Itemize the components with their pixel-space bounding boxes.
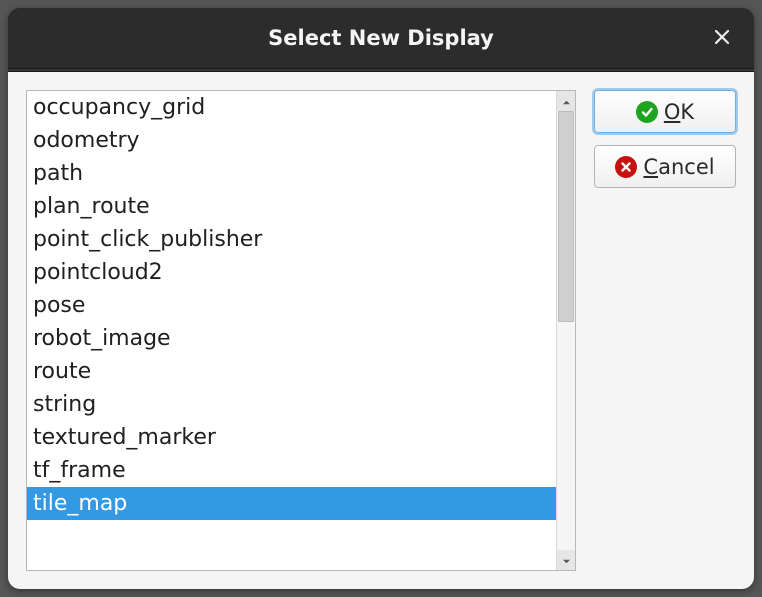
list-item[interactable]: textured_marker (27, 421, 556, 454)
scroll-down-button[interactable] (557, 550, 575, 570)
list-viewport: occupancy_gridodometrypathplan_routepoin… (27, 91, 556, 570)
list-item[interactable]: pointcloud2 (27, 256, 556, 289)
close-icon (714, 26, 730, 50)
cross-icon (615, 156, 637, 178)
display-type-listbox[interactable]: occupancy_gridodometrypathplan_routepoin… (26, 90, 576, 571)
window-title: Select New Display (268, 26, 494, 50)
list-item[interactable]: odometry (27, 124, 556, 157)
ok-button[interactable]: OK (594, 90, 736, 133)
titlebar: Select New Display (8, 8, 754, 68)
scroll-thumb[interactable] (558, 111, 574, 322)
dialog-content: occupancy_gridodometrypathplan_routepoin… (8, 72, 754, 589)
list-item[interactable]: pose (27, 289, 556, 322)
list-item[interactable]: occupancy_grid (27, 91, 556, 124)
list-item[interactable]: point_click_publisher (27, 223, 556, 256)
list-item[interactable]: tf_frame (27, 454, 556, 487)
scroll-up-button[interactable] (557, 91, 575, 111)
dialog-window: Select New Display occupancy_gridodometr… (8, 8, 754, 589)
cancel-button-label: Cancel (643, 155, 714, 179)
ok-button-label: OK (664, 100, 694, 124)
chevron-up-icon (562, 92, 571, 111)
button-column: OK Cancel (594, 90, 736, 571)
list-item[interactable]: tile_map (27, 487, 556, 520)
chevron-down-icon (562, 551, 571, 570)
cancel-button[interactable]: Cancel (594, 145, 736, 188)
scrollbar[interactable] (556, 91, 575, 570)
list-item[interactable]: robot_image (27, 322, 556, 355)
list-item[interactable]: path (27, 157, 556, 190)
list-item[interactable]: route (27, 355, 556, 388)
list-item[interactable]: string (27, 388, 556, 421)
list-item[interactable]: plan_route (27, 190, 556, 223)
close-button[interactable] (708, 24, 736, 52)
scroll-track[interactable] (557, 111, 575, 550)
check-icon (636, 101, 658, 123)
